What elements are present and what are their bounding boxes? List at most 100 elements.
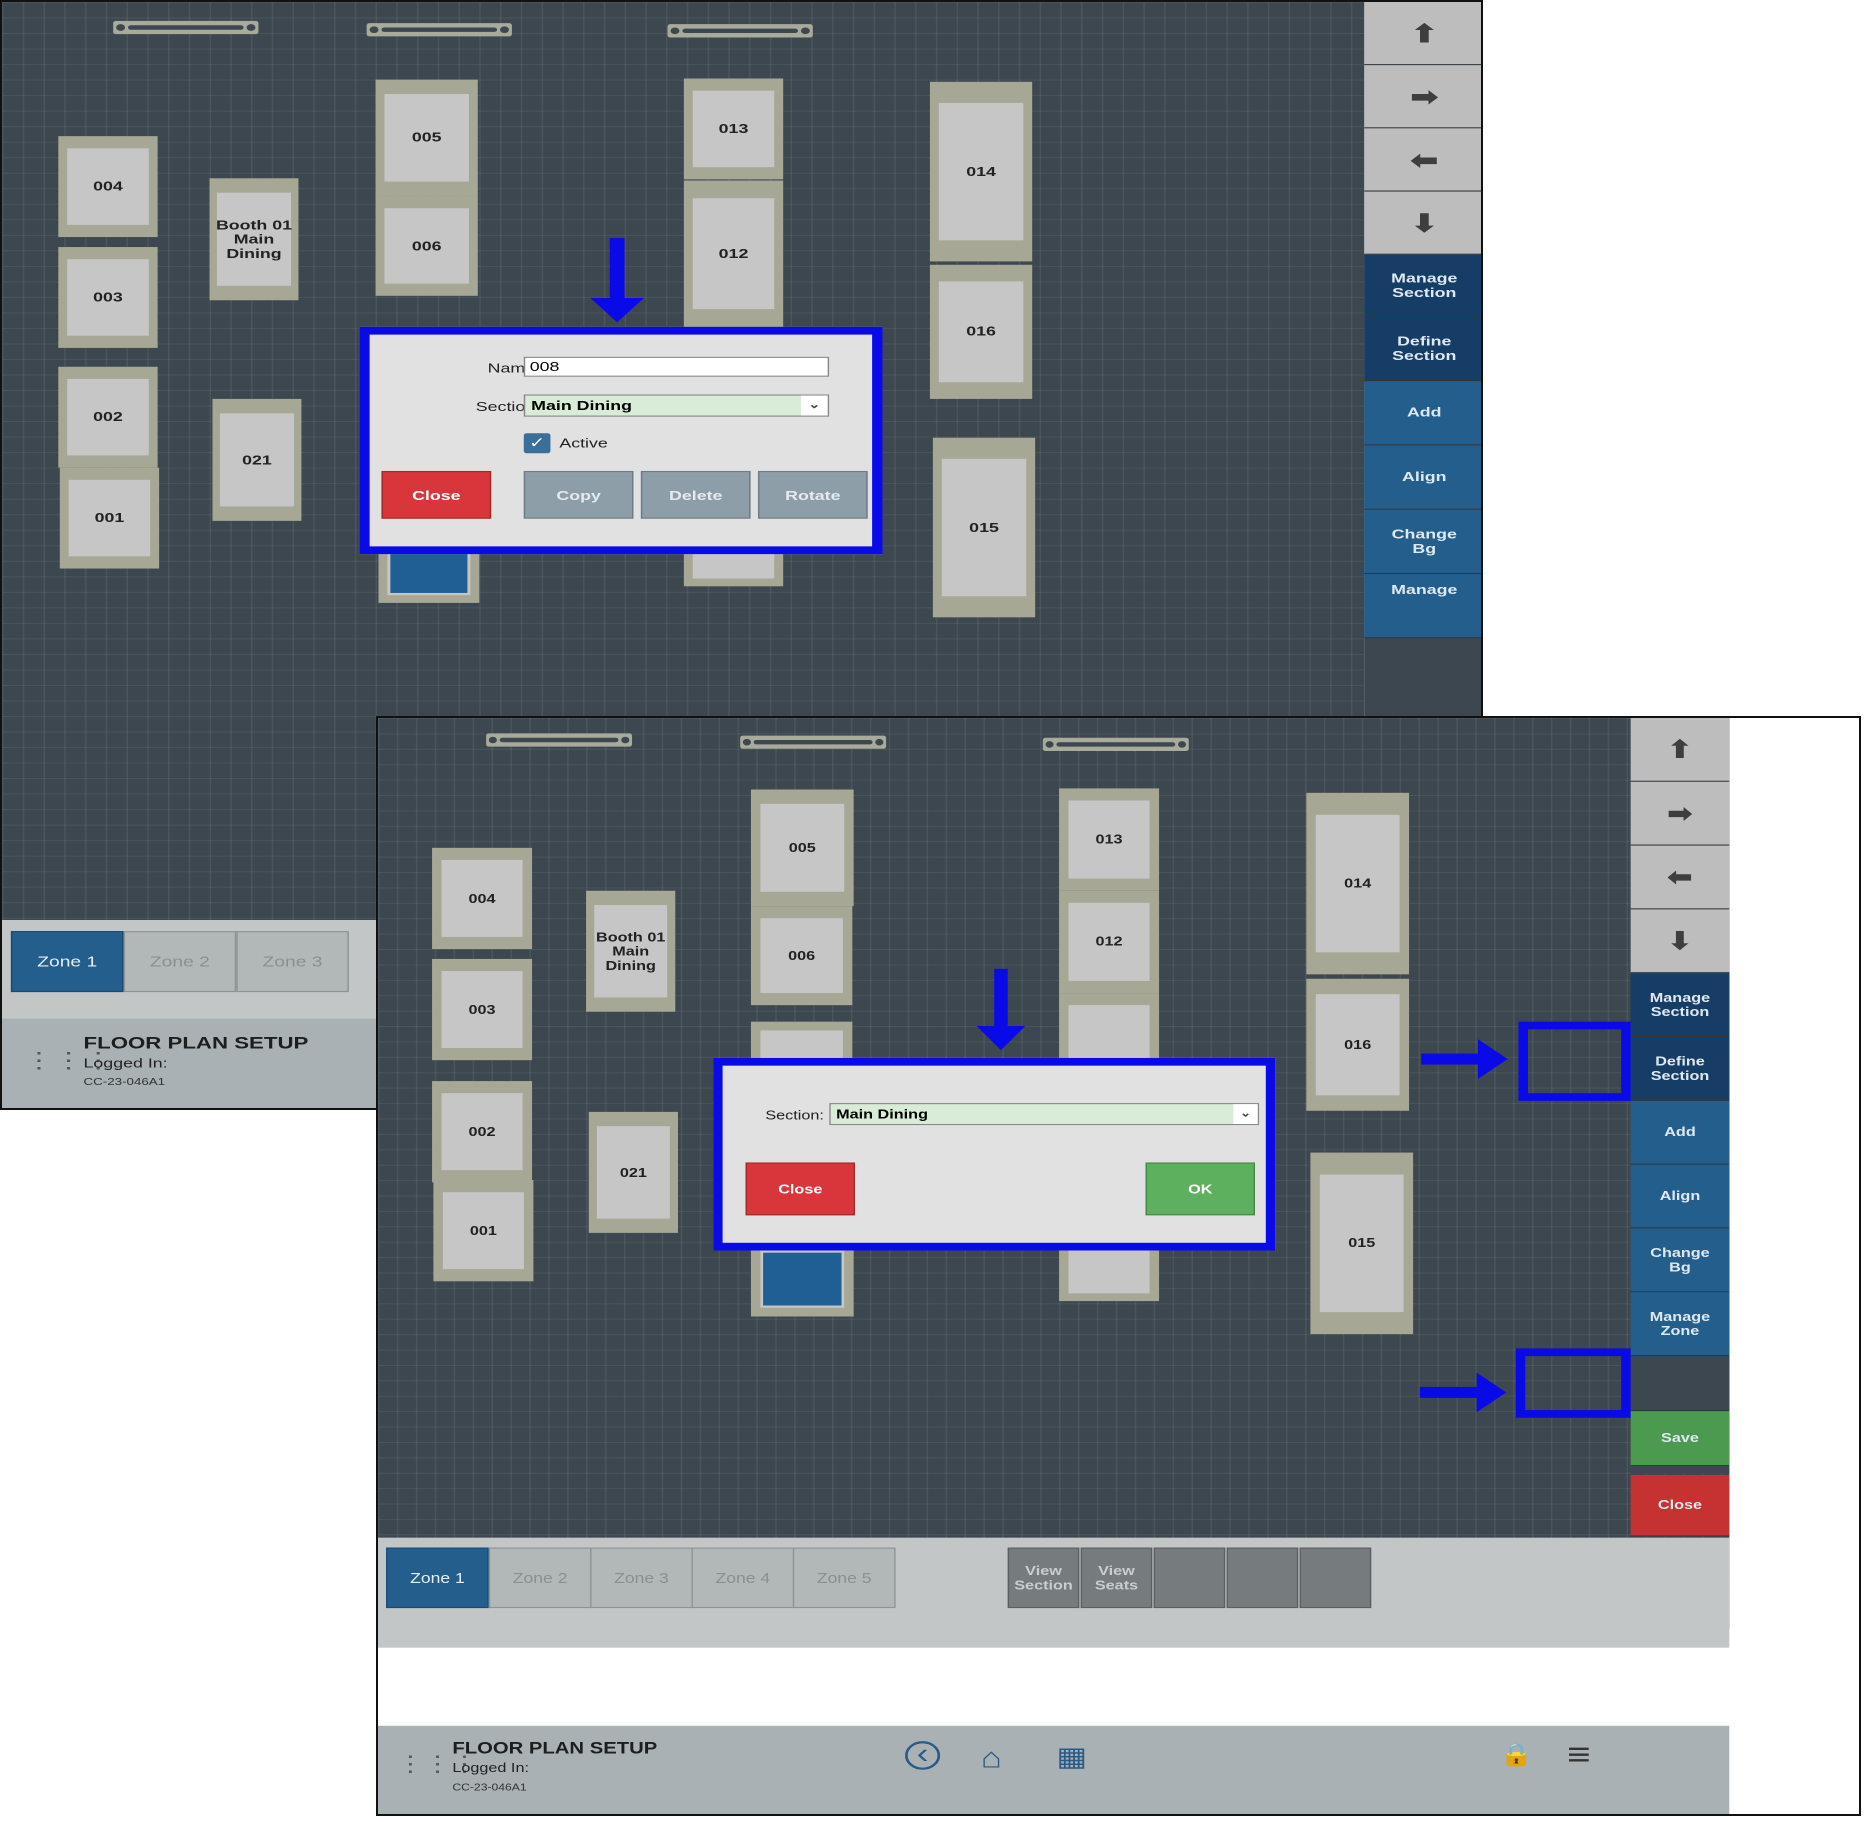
rotate-button[interactable]: Rotate <box>757 470 868 519</box>
name-input[interactable]: 008 <box>523 356 830 377</box>
tab-zone-3[interactable]: Zone 3 <box>590 1547 693 1609</box>
table-003[interactable]: 003 <box>432 958 533 1061</box>
table-021[interactable]: 021 <box>212 398 302 521</box>
table-005[interactable]: 005 <box>750 789 854 907</box>
table-003[interactable]: 003 <box>58 247 158 348</box>
table-004[interactable]: 004 <box>432 847 533 950</box>
table-016[interactable]: 016 <box>929 264 1033 399</box>
table-004[interactable]: 004 <box>58 136 158 238</box>
home-icon[interactable]: ⌂ <box>981 1741 1002 1775</box>
tab-zone-1[interactable]: Zone 1 <box>386 1547 489 1609</box>
move-down-button[interactable]: ⬇ <box>1630 909 1730 974</box>
side-toolbar: ⬆ ➡ ⬅ ⬇ Manage Section Define Section Ad… <box>1630 718 1730 1537</box>
close-button[interactable]: Close <box>381 470 492 519</box>
close-floorplan-button[interactable]: Close <box>1630 1474 1730 1537</box>
booth-01[interactable]: Booth 01 Main Dining <box>209 178 299 301</box>
move-left-button[interactable]: ⬅ <box>1364 128 1481 192</box>
table-015[interactable]: 015 <box>932 437 1036 618</box>
add-button[interactable]: Add <box>1364 381 1481 446</box>
arrow-down-icon: ⬇ <box>1667 927 1693 955</box>
close-button[interactable]: Close <box>745 1162 856 1216</box>
section-select[interactable]: Main Dining ⌄ <box>829 1103 1260 1126</box>
wall-bar <box>366 23 512 37</box>
tab-zone-1[interactable]: Zone 1 <box>10 931 124 993</box>
arrow-left-icon: ⬅ <box>1410 145 1438 174</box>
view-section-button[interactable]: View Section <box>1007 1547 1080 1609</box>
table-001[interactable]: 001 <box>433 1180 534 1282</box>
chevron-down-icon: ⌄ <box>1233 1104 1258 1124</box>
table-016[interactable]: 016 <box>1306 978 1410 1111</box>
manage-zone-button[interactable]: Manage Zone <box>1630 1292 1730 1357</box>
table-012[interactable]: 012 <box>683 180 784 327</box>
section-select-value: Main Dining <box>836 1106 928 1122</box>
define-section-button[interactable]: Define Section <box>1364 317 1481 382</box>
table-015[interactable]: 015 <box>1310 1152 1414 1335</box>
table-005[interactable]: 005 <box>375 79 478 197</box>
view-slot-empty[interactable] <box>1226 1547 1299 1609</box>
move-right-button[interactable]: ➡ <box>1364 65 1481 129</box>
view-slot-empty[interactable] <box>1299 1547 1372 1609</box>
move-up-button[interactable]: ⬆ <box>1630 718 1730 782</box>
section-label: Section: <box>765 1107 824 1123</box>
table-002[interactable]: 002 <box>432 1081 533 1183</box>
table-014[interactable]: 014 <box>929 81 1033 262</box>
tab-zone-5[interactable]: Zone 5 <box>792 1547 896 1609</box>
change-bg-button[interactable]: Change Bg <box>1630 1228 1730 1293</box>
define-section-button[interactable]: Define Section <box>1630 1037 1730 1101</box>
annotation-right-arrow <box>1421 1039 1508 1079</box>
table-006[interactable]: 006 <box>750 906 853 1006</box>
arrow-left-icon: ⬅ <box>1667 863 1693 891</box>
save-button[interactable]: Save <box>1630 1411 1730 1467</box>
change-bg-button[interactable]: Change Bg <box>1364 509 1481 575</box>
view-seats-button[interactable]: View Seats <box>1080 1547 1153 1609</box>
table-006[interactable]: 006 <box>375 196 478 296</box>
table-013[interactable]: 013 <box>683 78 784 180</box>
chevron-down-icon: ⌄ <box>800 395 828 416</box>
align-button[interactable]: Align <box>1630 1164 1730 1229</box>
table-002[interactable]: 002 <box>58 366 158 468</box>
register-icon[interactable]: ▦ <box>1056 1741 1087 1773</box>
name-label: Name: <box>487 360 541 376</box>
booth-01[interactable]: Booth 01 Main Dining <box>586 890 676 1012</box>
tab-zone-3[interactable]: Zone 3 <box>236 931 349 993</box>
table-001[interactable]: 001 <box>59 467 160 569</box>
logged-in-label: Logged In: <box>83 1055 168 1071</box>
move-right-button[interactable]: ➡ <box>1630 781 1730 846</box>
manage-section-button[interactable]: Manage Section <box>1630 973 1730 1038</box>
table-014[interactable]: 014 <box>1306 792 1410 975</box>
table-021[interactable]: 021 <box>588 1111 678 1233</box>
section-label: Section: <box>475 398 541 415</box>
manage-zone-button[interactable]: Manage <box>1364 574 1481 639</box>
zone-bar: Zone 1 Zone 2 Zone 3 Zone 4 Zone 5 View … <box>378 1537 1730 1648</box>
sidebar-spacer <box>1630 1356 1730 1412</box>
align-button[interactable]: Align <box>1364 445 1481 510</box>
section-select[interactable]: Main Dining ⌄ <box>523 394 830 417</box>
page-title: FLOOR PLAN SETUP <box>83 1034 309 1054</box>
move-left-button[interactable]: ⬅ <box>1630 845 1730 910</box>
section-select-value: Main Dining <box>531 397 632 414</box>
annotation-down-arrow <box>590 238 644 323</box>
arrow-up-icon: ⬆ <box>1410 19 1438 47</box>
manage-section-button[interactable]: Manage Section <box>1364 254 1481 318</box>
lock-icon[interactable]: 🔒 <box>1500 1741 1534 1769</box>
footer-bar: ⋮⋮⋮ FLOOR PLAN SETUP Logged In: CC-23-04… <box>378 1725 1730 1814</box>
move-down-button[interactable]: ⬇ <box>1364 191 1481 255</box>
tab-zone-2[interactable]: Zone 2 <box>488 1547 592 1609</box>
table-013[interactable]: 013 <box>1059 788 1160 891</box>
copy-button[interactable]: Copy <box>523 470 634 519</box>
table-012[interactable]: 012 <box>1059 890 1160 994</box>
table-008-selected[interactable] <box>750 1241 854 1317</box>
logged-in-label: Logged In: <box>452 1759 529 1776</box>
menu-icon[interactable]: ≡ <box>1567 1737 1591 1774</box>
move-up-button[interactable]: ⬆ <box>1364 2 1481 66</box>
back-icon[interactable]: ‹ <box>905 1739 941 1770</box>
wall-bar <box>486 733 633 747</box>
tab-zone-4[interactable]: Zone 4 <box>691 1547 795 1609</box>
delete-button[interactable]: Delete <box>640 470 751 519</box>
ok-button[interactable]: OK <box>1145 1162 1255 1216</box>
tab-zone-2[interactable]: Zone 2 <box>123 931 237 993</box>
view-slot-empty[interactable] <box>1153 1547 1226 1609</box>
add-button[interactable]: Add <box>1630 1100 1730 1165</box>
active-checkbox[interactable]: ✓ <box>523 433 551 454</box>
active-label: Active <box>559 435 608 452</box>
